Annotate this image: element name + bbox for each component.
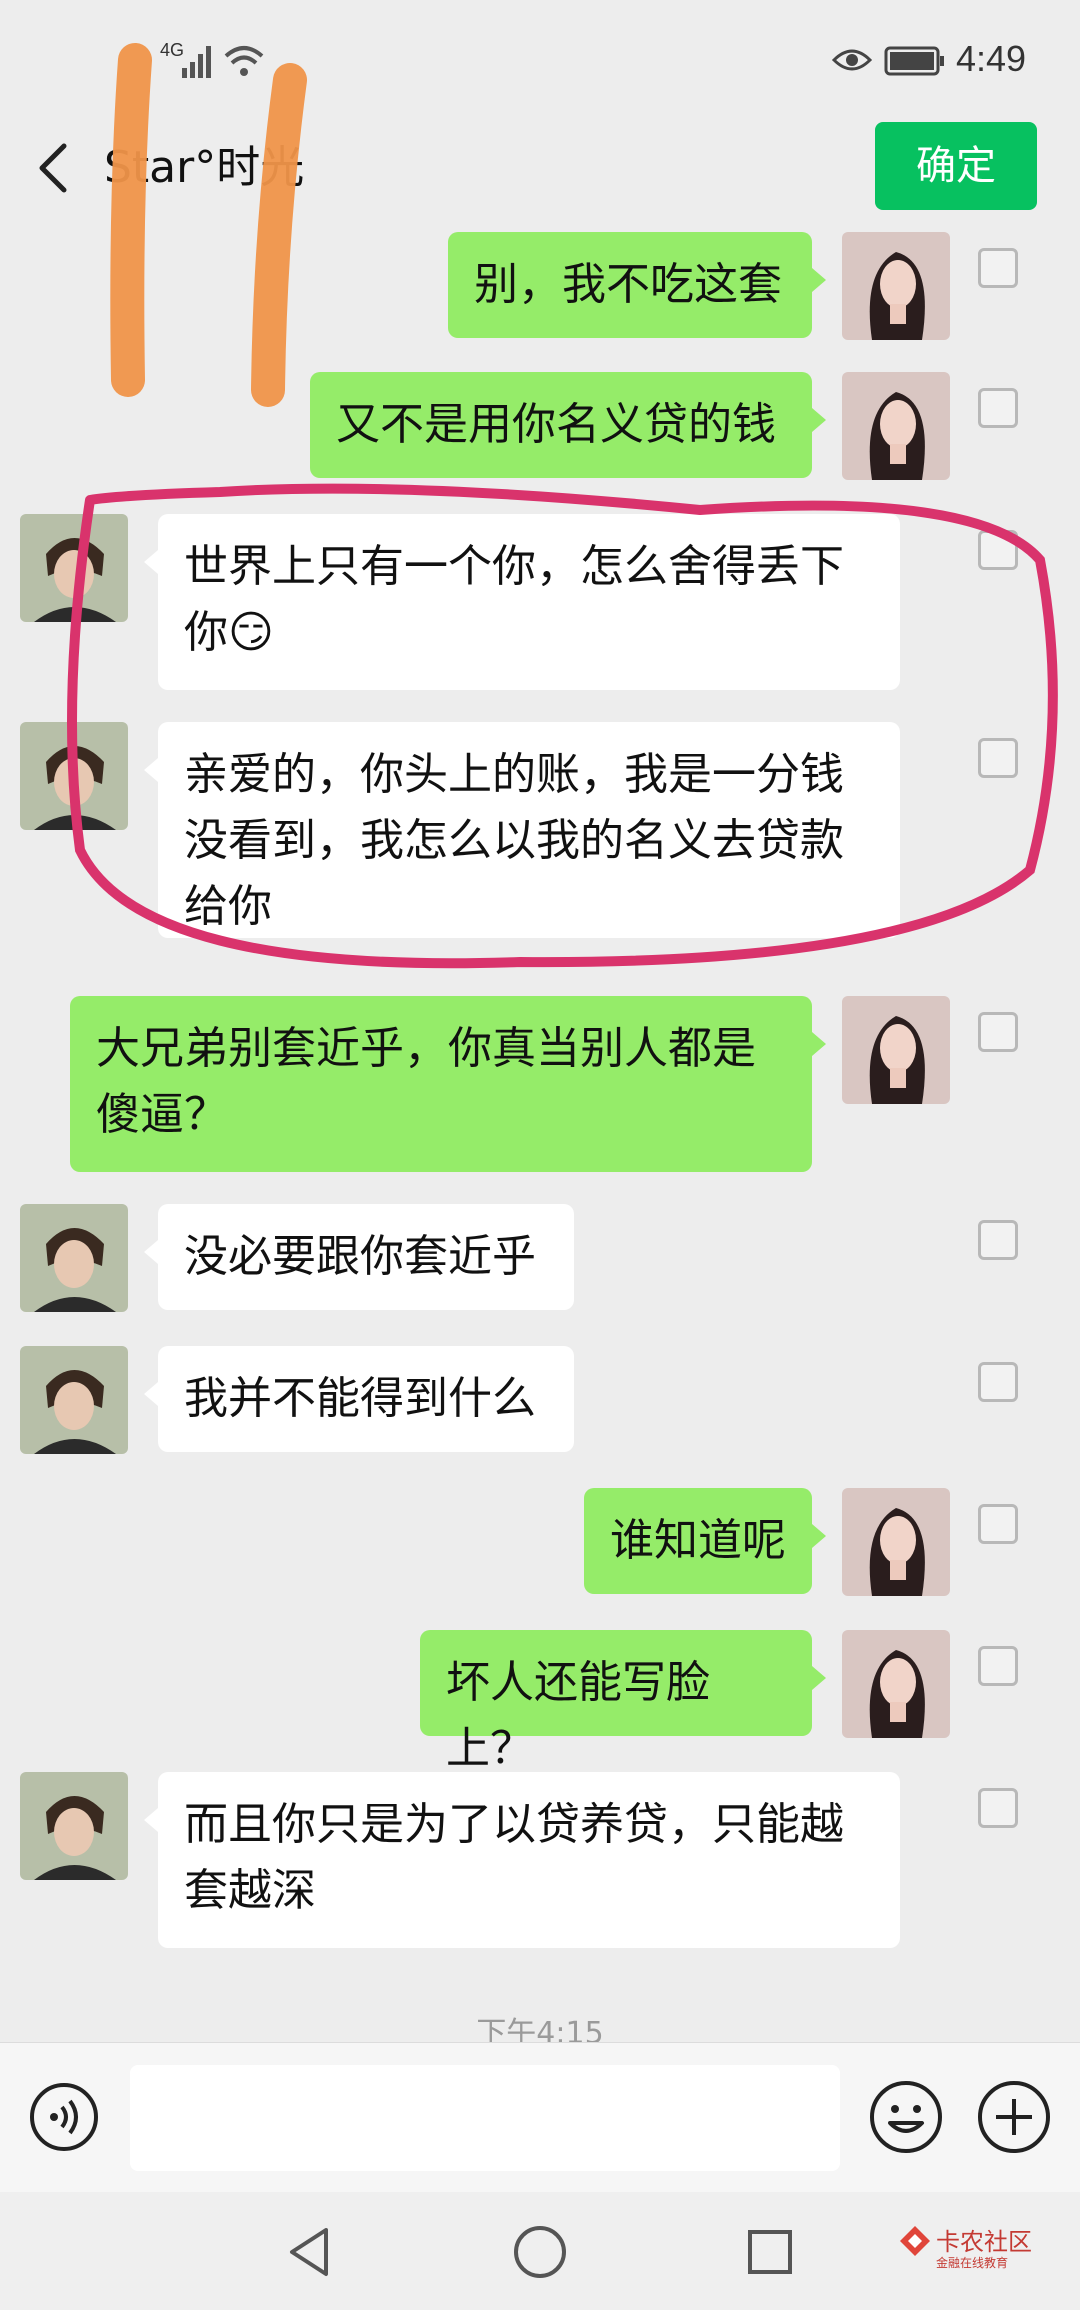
message-bubble[interactable]: 又不是用你名义贷的钱 (310, 372, 826, 478)
nav-recents-icon[interactable] (740, 2222, 800, 2282)
watermark-brand: 卡农社区 (936, 2228, 1032, 2256)
battery-icon (884, 46, 944, 76)
message-bubble[interactable]: 亲爱的，你头上的账，我是一分钱没看到，我怎么以我的名义去贷款给你 (144, 722, 900, 938)
select-checkbox[interactable] (978, 1220, 1018, 1260)
select-checkbox[interactable] (978, 530, 1018, 570)
status-time: 4:49 (956, 38, 1027, 79)
select-checkbox[interactable] (978, 738, 1018, 778)
nav-back-icon[interactable] (280, 2222, 340, 2282)
message-bubble[interactable]: 我并不能得到什么 (144, 1346, 574, 1452)
message-bubble[interactable]: 世界上只有一个你，怎么舍得丢下你😏 (144, 514, 900, 690)
chevron-left-icon[interactable] (30, 138, 78, 198)
avatar[interactable] (842, 232, 950, 340)
select-checkbox[interactable] (978, 1646, 1018, 1686)
wifi-icon (224, 46, 264, 76)
select-checkbox[interactable] (978, 1362, 1018, 1402)
nav-home-icon[interactable] (510, 2222, 570, 2282)
avatar[interactable] (842, 996, 950, 1104)
status-bar: 4G 4:49 (0, 0, 1080, 100)
watermark-tagline: 金融在线教育 (936, 2256, 1009, 2270)
avatar[interactable] (20, 722, 128, 830)
avatar[interactable] (842, 1630, 950, 1738)
chat-header: Star°时光 确定 (0, 100, 1080, 232)
watermark-logo-icon (900, 2226, 930, 2256)
message-bubble[interactable]: 没必要跟你套近乎 (144, 1204, 574, 1310)
message-bubble[interactable]: 大兄弟别套近乎，你真当别人都是傻逼？ (70, 996, 826, 1172)
voice-icon[interactable] (28, 2081, 100, 2153)
select-checkbox[interactable] (978, 1012, 1018, 1052)
eye-icon (832, 49, 872, 71)
message-input[interactable] (130, 2065, 840, 2171)
contact-name: Star°时光 (104, 142, 305, 193)
select-checkbox[interactable] (978, 1788, 1018, 1828)
message-bubble[interactable]: 别，我不吃这套 (448, 232, 826, 338)
message-bubble[interactable]: 谁知道呢 (584, 1488, 826, 1594)
select-checkbox[interactable] (978, 248, 1018, 288)
confirm-button[interactable]: 确定 (875, 122, 1037, 210)
avatar[interactable] (20, 1346, 128, 1454)
message-bubble[interactable]: 坏人还能写脸上？ (420, 1630, 826, 1774)
input-bar (0, 2042, 1080, 2193)
watermark: 卡农社区 金融在线教育 (898, 2218, 1068, 2284)
message-list[interactable]: 别，我不吃这套 又不是用你名义贷的钱 世界上只有一个你，怎么舍得丢下你😏 亲爱的… (0, 232, 1080, 2042)
avatar[interactable] (842, 1488, 950, 1596)
select-checkbox[interactable] (978, 388, 1018, 428)
avatar[interactable] (20, 1772, 128, 1880)
signal-icon (182, 46, 211, 78)
avatar[interactable] (842, 372, 950, 480)
plus-icon[interactable] (976, 2079, 1052, 2155)
system-nav-bar: 卡农社区 金融在线教育 (0, 2192, 1080, 2310)
avatar[interactable] (20, 514, 128, 622)
select-checkbox[interactable] (978, 1504, 1018, 1544)
avatar[interactable] (20, 1204, 128, 1312)
emoji-icon[interactable] (868, 2079, 944, 2155)
message-bubble[interactable]: 而且你只是为了以贷养贷，只能越套越深 (144, 1772, 900, 1948)
